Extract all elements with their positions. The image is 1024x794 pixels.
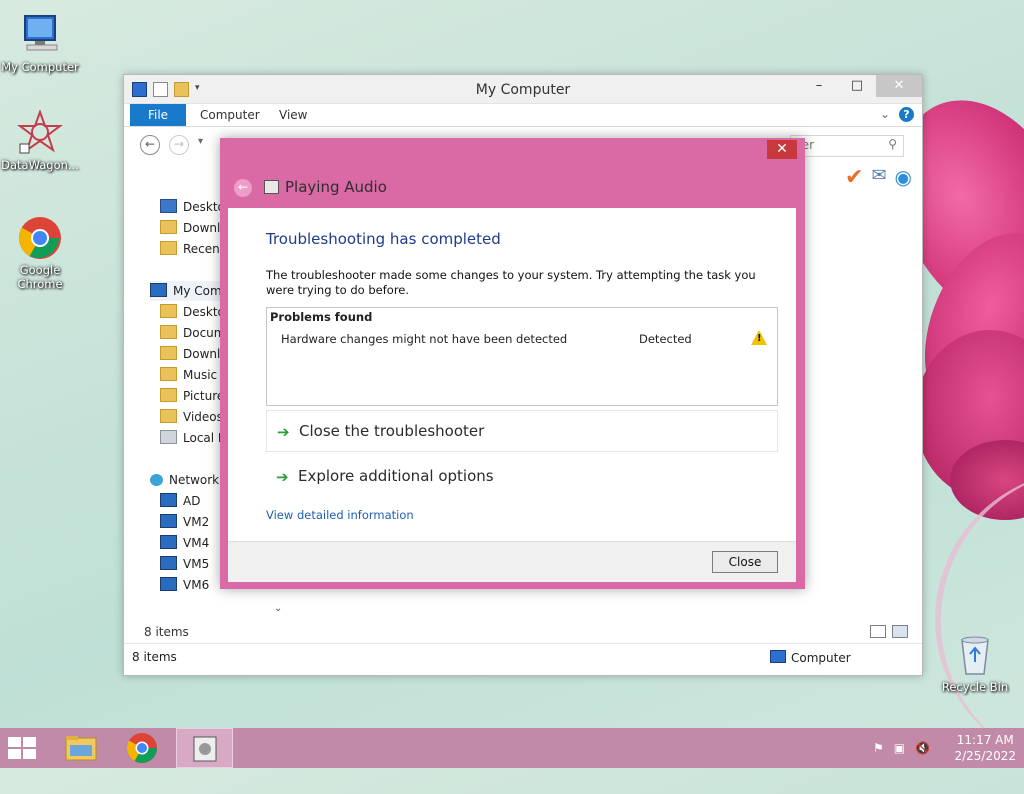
- view-detailed-information-link[interactable]: View detailed information: [266, 508, 414, 522]
- folder-icon: [160, 346, 177, 360]
- desktop-icon-google-chrome[interactable]: Google Chrome: [0, 215, 80, 291]
- details-view-icon[interactable]: [870, 625, 886, 638]
- problem-text: Hardware changes might not have been det…: [281, 332, 568, 346]
- computer-icon: [160, 577, 177, 591]
- globe-icon[interactable]: ◉: [895, 165, 912, 190]
- explore-options-option[interactable]: ➔ Explore additional options: [266, 456, 776, 496]
- clock[interactable]: 11:17 AM 2/25/2022: [954, 732, 1016, 764]
- drive-icon: [160, 430, 177, 444]
- item-count: 8 items: [144, 625, 189, 639]
- action-center-icon[interactable]: ⚑: [873, 741, 884, 755]
- clock-time: 11:17 AM: [956, 733, 1014, 747]
- help-icon[interactable]: ?: [899, 107, 914, 122]
- close-button[interactable]: Close: [712, 551, 778, 573]
- datawagon-icon: [17, 109, 63, 156]
- troubleshooter-dialog: ✕ ← Playing Audio Troubleshooting has co…: [220, 138, 805, 589]
- network-icon[interactable]: ▣: [894, 741, 905, 755]
- ribbon-tools: ✔ ✉ ◉: [845, 165, 912, 190]
- window-titlebar: ▾ My Computer – □ ✕: [124, 75, 922, 104]
- tab-file[interactable]: File: [130, 104, 186, 126]
- taskbar-file-explorer[interactable]: [52, 728, 109, 768]
- folder-icon: [160, 241, 177, 255]
- audio-troubleshooter-icon: [264, 180, 279, 194]
- completion-description: The troubleshooter made some changes to …: [266, 268, 756, 297]
- folder-icon: [160, 220, 177, 234]
- large-icons-view-icon[interactable]: [892, 625, 908, 638]
- problem-status: Detected: [639, 332, 692, 346]
- recent-locations-icon[interactable]: ▾: [198, 136, 203, 147]
- dialog-title: Playing Audio: [285, 178, 387, 196]
- computer-icon: [160, 493, 177, 507]
- status-bar: 8 items Computer: [124, 643, 922, 670]
- back-arrow-icon[interactable]: ←: [234, 179, 252, 197]
- system-tray: ⚑ ▣ 🔇: [873, 741, 930, 755]
- computer-icon: [160, 514, 177, 528]
- dialog-header: ← Playing Audio: [228, 174, 796, 204]
- desktop-icon-recycle-bin[interactable]: Recycle Bin: [935, 632, 1015, 694]
- minimize-button[interactable]: –: [800, 75, 838, 97]
- search-input[interactable]: ter ⚲: [790, 135, 904, 157]
- taskbar-troubleshooter[interactable]: [176, 728, 233, 768]
- dialog-footer: Close: [228, 541, 796, 582]
- computer-icon: [150, 283, 167, 297]
- chevron-down-icon[interactable]: ⌄: [880, 107, 890, 121]
- back-button[interactable]: ←: [140, 135, 160, 155]
- green-arrow-icon: ➔: [276, 468, 289, 486]
- folder-icon: [65, 736, 97, 761]
- completion-heading: Troubleshooting has completed: [266, 230, 501, 248]
- computer-icon: [160, 535, 177, 549]
- check-icon[interactable]: ✔: [845, 165, 863, 190]
- tab-view[interactable]: View: [279, 108, 307, 122]
- status-computer: Computer: [770, 650, 851, 665]
- desktop-icon-my-computer[interactable]: My Computer: [0, 12, 80, 74]
- computer-icon: [770, 650, 786, 663]
- volume-muted-icon[interactable]: 🔇: [915, 741, 930, 755]
- view-toggle: [870, 625, 908, 638]
- network-icon: [150, 474, 163, 486]
- chrome-icon: [17, 215, 63, 261]
- problems-found-panel: Problems found Hardware changes might no…: [266, 307, 778, 406]
- problems-header: Problems found: [270, 310, 373, 324]
- taskbar: ⚑ ▣ 🔇 11:17 AM 2/25/2022: [0, 728, 1024, 768]
- ribbon: File Computer View ⌄ ?: [124, 104, 922, 127]
- computer-icon: [17, 12, 63, 58]
- taskbar-chrome[interactable]: [114, 728, 171, 768]
- folder-icon: [160, 409, 177, 423]
- dialog-body: Troubleshooting has completed The troubl…: [228, 208, 796, 541]
- folder-icon: [160, 325, 177, 339]
- dialog-close-x-button[interactable]: ✕: [767, 140, 797, 159]
- maximize-button[interactable]: □: [838, 75, 876, 97]
- scroll-down-arrow[interactable]: ⌄: [274, 603, 282, 614]
- close-window-button[interactable]: ✕: [876, 75, 922, 97]
- clock-date: 2/25/2022: [954, 749, 1016, 763]
- green-arrow-icon: ➔: [277, 423, 290, 441]
- desktop-icon: [160, 199, 177, 213]
- close-troubleshooter-option[interactable]: ➔ Close the troubleshooter: [266, 410, 778, 452]
- desktop-icon-datawagon[interactable]: DataWagon...: [0, 109, 80, 172]
- folder-icon: [160, 388, 177, 402]
- mail-icon[interactable]: ✉: [871, 165, 886, 190]
- troubleshooter-icon: [193, 736, 217, 762]
- chrome-icon: [126, 733, 157, 764]
- search-icon: ⚲: [888, 137, 897, 151]
- forward-button[interactable]: →: [169, 135, 189, 155]
- status-item-count: 8 items: [132, 650, 177, 664]
- folder-icon: [160, 304, 177, 318]
- tab-computer[interactable]: Computer: [200, 108, 260, 122]
- start-button[interactable]: [8, 737, 38, 759]
- recycle-bin-icon: [952, 632, 998, 678]
- computer-icon: [160, 556, 177, 570]
- folder-icon: [160, 367, 177, 381]
